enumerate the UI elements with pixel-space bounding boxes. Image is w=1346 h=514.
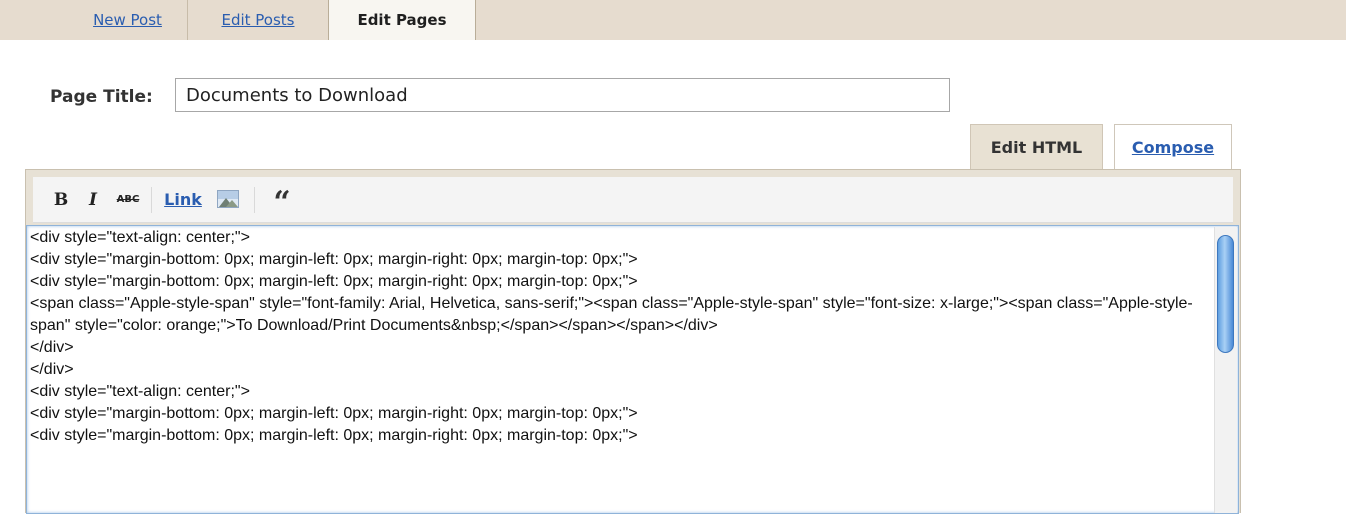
editor-toolbar: B I ABC Link “ bbox=[33, 177, 1233, 223]
html-editor-textarea[interactable]: <div style="text-align: center;"> <div st… bbox=[26, 225, 1239, 514]
tab-compose[interactable]: Compose bbox=[1114, 124, 1232, 169]
bold-button[interactable]: B bbox=[50, 177, 72, 223]
top-tab-bar: New Post Edit Posts Edit Pages bbox=[0, 0, 1346, 40]
strikethrough-button[interactable]: ABC bbox=[111, 177, 145, 223]
tab-edit-pages[interactable]: Edit Pages bbox=[328, 0, 476, 40]
tab-new-post[interactable]: New Post bbox=[68, 0, 188, 40]
code-line: </div> bbox=[30, 339, 74, 356]
code-line: <div style="margin-bottom: 0px; margin-l… bbox=[30, 405, 638, 422]
code-line: <div style="margin-bottom: 0px; margin-l… bbox=[30, 427, 638, 444]
insert-image-button[interactable] bbox=[215, 177, 241, 223]
page-title-label: Page Title: bbox=[50, 87, 153, 107]
italic-button[interactable]: I bbox=[83, 177, 103, 223]
code-line: </div> bbox=[30, 361, 74, 378]
toolbar-divider bbox=[254, 187, 255, 213]
code-line: <span class="Apple-style-span" style="fo… bbox=[30, 295, 1193, 334]
strikethrough-icon: ABC bbox=[116, 194, 140, 205]
scrollbar-thumb[interactable] bbox=[1217, 235, 1234, 353]
tab-edit-html[interactable]: Edit HTML bbox=[970, 124, 1103, 169]
editor-scrollbar[interactable] bbox=[1214, 227, 1237, 513]
link-button[interactable]: Link bbox=[159, 177, 207, 223]
page-title-input[interactable] bbox=[175, 78, 950, 112]
code-line: <div style="margin-bottom: 0px; margin-l… bbox=[30, 273, 638, 290]
code-line: <div style="text-align: center;"> bbox=[30, 383, 250, 400]
html-source-text: <div style="text-align: center;"> <div st… bbox=[30, 227, 1212, 447]
code-line: <div style="margin-bottom: 0px; margin-l… bbox=[30, 251, 638, 268]
tab-edit-posts[interactable]: Edit Posts bbox=[188, 0, 328, 40]
post-editor: B I ABC Link “ <div style="text-align: c… bbox=[25, 169, 1241, 514]
quote-icon: “ bbox=[273, 185, 291, 220]
blockquote-button[interactable]: “ bbox=[269, 177, 295, 223]
code-line: <div style="text-align: center;"> bbox=[30, 229, 250, 246]
toolbar-divider bbox=[151, 187, 152, 213]
image-icon bbox=[217, 190, 239, 208]
